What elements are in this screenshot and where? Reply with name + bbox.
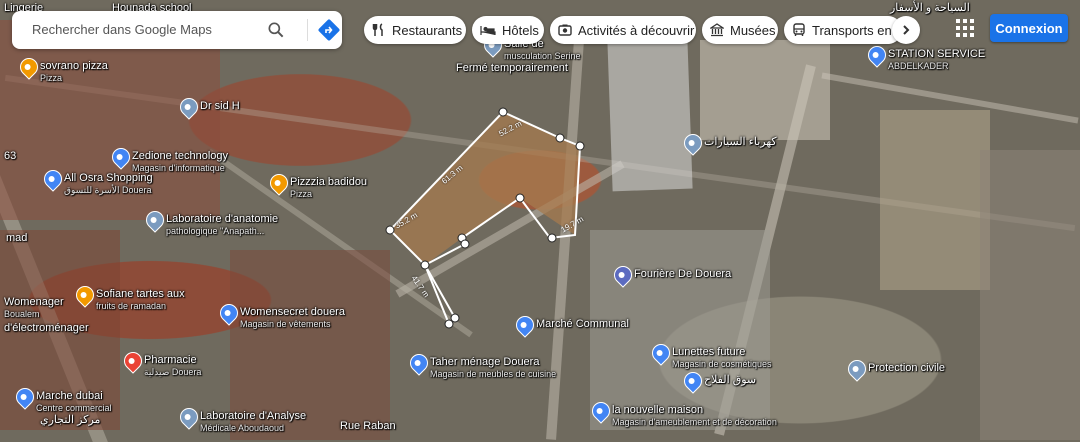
place-sublabel: Boualem bbox=[4, 309, 40, 319]
place-sublabel: Pizza bbox=[40, 73, 63, 83]
measurement-vertex bbox=[450, 313, 460, 323]
chip-label: Hôtels bbox=[502, 22, 539, 38]
chevron-right-icon bbox=[903, 25, 910, 35]
place-label: Womenager bbox=[4, 296, 64, 308]
place-label[interactable]: سوق الفلاح bbox=[704, 374, 756, 386]
chip-activities[interactable]: Activités à découvrir bbox=[550, 16, 696, 44]
measurement-vertex bbox=[555, 133, 565, 143]
place-label[interactable]: Pharmacie bbox=[144, 354, 197, 366]
place-label: d'électroménager bbox=[4, 322, 89, 334]
measurement-vertex bbox=[515, 193, 525, 203]
chip-restaurants[interactable]: Restaurants bbox=[364, 16, 466, 44]
place-sublabel: Magasin d'ameublement et de décoration bbox=[612, 417, 777, 427]
museum-icon bbox=[710, 23, 724, 37]
measurement-vertex bbox=[547, 233, 557, 243]
place-sublabel: fruits de ramadan bbox=[96, 301, 167, 311]
place-label: Fermé temporairement bbox=[456, 62, 568, 74]
place-sublabel: Médicale Aboudaoud bbox=[200, 423, 285, 433]
place-sublabel: ABDELKADER bbox=[888, 61, 949, 71]
chip-hotels[interactable]: Hôtels bbox=[472, 16, 544, 44]
place-label[interactable]: Laboratoire d'Analyse bbox=[200, 410, 306, 422]
measurement-vertex bbox=[498, 107, 508, 117]
place-label[interactable]: STATION SERVICE bbox=[888, 48, 985, 60]
hotel-icon bbox=[480, 26, 496, 35]
place-label[interactable]: Fourière De Douera bbox=[634, 268, 731, 280]
search-icon[interactable] bbox=[266, 20, 286, 40]
place-label[interactable]: Pizzzia badidou bbox=[290, 176, 367, 188]
place-label[interactable]: sovrano pizza bbox=[40, 60, 108, 72]
place-label[interactable]: Marché Communal bbox=[536, 318, 629, 330]
place-label: مركز التجاري bbox=[40, 414, 101, 426]
place-sublabel: Magasin de vêtements bbox=[240, 319, 331, 329]
place-sublabel: صيدلية Douera bbox=[144, 367, 202, 377]
place-label: Rue Raban bbox=[340, 420, 396, 432]
place-label[interactable]: Womensecret douera bbox=[240, 306, 345, 318]
measurement-vertex bbox=[575, 141, 585, 151]
search-box[interactable]: Rechercher dans Google Maps bbox=[12, 11, 342, 49]
measurement-vertex bbox=[460, 239, 470, 249]
place-label: 63 bbox=[4, 150, 17, 162]
chip-museums[interactable]: Musées bbox=[702, 16, 778, 44]
place-label[interactable]: Sofiane tartes aux bbox=[96, 288, 185, 300]
chip-label: Restaurants bbox=[392, 22, 463, 38]
place-sublabel: pathologique "Anapath... bbox=[166, 226, 265, 236]
place-label[interactable]: Protection civile bbox=[868, 362, 945, 374]
restaurant-icon bbox=[372, 23, 383, 36]
chip-label: Transports en c bbox=[812, 22, 902, 38]
login-button[interactable]: Connexion bbox=[990, 14, 1068, 42]
place-sublabel: Pizza bbox=[290, 189, 313, 199]
search-divider bbox=[307, 19, 308, 41]
place-label[interactable]: Taher ménage Douera bbox=[430, 356, 539, 368]
place-sublabel: Magasin de meubles de cuisine bbox=[430, 369, 557, 379]
chip-label: Musées bbox=[730, 22, 776, 38]
chip-label: Activités à découvrir bbox=[578, 22, 695, 38]
place-label[interactable]: All Osra Shopping bbox=[64, 172, 153, 184]
place-label: mad bbox=[6, 232, 28, 244]
place-label: السياحة و الأسفار bbox=[890, 2, 970, 14]
satellite-map[interactable]: 52.2 m 61.3 m 35.2 m 41.7 m 19.7 m sovra… bbox=[0, 0, 1080, 442]
place-label[interactable]: Zedione technology bbox=[132, 150, 228, 162]
place-label[interactable]: Dr sid H bbox=[200, 100, 240, 112]
place-label[interactable]: Laboratoire d'anatomie bbox=[166, 213, 278, 225]
camera-icon bbox=[558, 24, 572, 36]
place-label[interactable]: كهرباء السيارات bbox=[704, 136, 777, 148]
place-sublabel: الأسرة للتسوق Douera bbox=[64, 185, 152, 195]
apps-grid-icon[interactable] bbox=[956, 19, 974, 37]
place-label[interactable]: Lunettes future bbox=[672, 346, 745, 358]
measurement-vertex bbox=[385, 225, 395, 235]
bus-icon bbox=[793, 23, 805, 36]
search-input[interactable]: Rechercher dans Google Maps bbox=[32, 22, 212, 37]
chips-more-button[interactable] bbox=[892, 16, 920, 44]
chip-transport[interactable]: Transports en c bbox=[784, 16, 902, 44]
place-sublabel: musculation Serine bbox=[504, 51, 581, 61]
place-label[interactable]: la nouvelle maison bbox=[612, 404, 703, 416]
measurement-vertex bbox=[420, 260, 430, 270]
place-sublabel: Centre commercial bbox=[36, 403, 112, 413]
place-sublabel: Magasin de cosmétiques bbox=[672, 359, 772, 369]
measurement-vertex bbox=[444, 319, 454, 329]
place-label[interactable]: Marche dubai bbox=[36, 390, 103, 402]
directions-icon[interactable] bbox=[317, 18, 341, 42]
